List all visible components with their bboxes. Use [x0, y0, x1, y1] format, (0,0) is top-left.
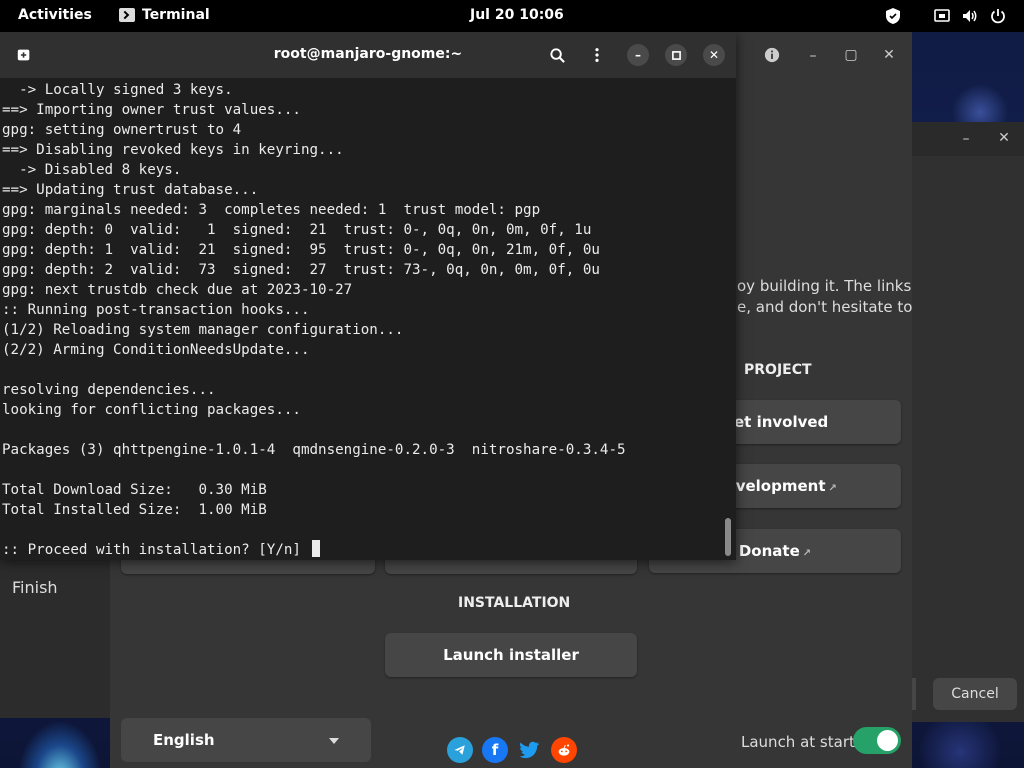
facebook-icon[interactable]: f [482, 737, 508, 763]
search-icon[interactable] [547, 45, 567, 65]
terminal-line: (2/2) Arming ConditionNeedsUpdate... [2, 342, 310, 358]
info-icon[interactable] [760, 43, 784, 67]
terminal-line: gpg: depth: 1 valid: 21 signed: 95 trust… [2, 242, 600, 258]
twitter-icon[interactable] [516, 737, 542, 763]
close-icon[interactable]: ✕ [703, 44, 725, 66]
terminal-scrollbar[interactable] [725, 518, 731, 556]
welcome-body-text: oy building it. The links e, and don't h… [737, 277, 913, 316]
reddit-icon[interactable] [551, 737, 577, 763]
terminal-title: root@manjaro-gnome:~ [273, 46, 463, 62]
terminal-line: resolving dependencies... [2, 382, 216, 398]
launch-installer-button[interactable]: Launch installer [385, 633, 637, 677]
language-dropdown[interactable]: English [121, 718, 371, 762]
terminal-output[interactable]: -> Locally signed 3 keys. ==> Importing o… [2, 80, 722, 560]
launch-at-start-toggle[interactable] [853, 727, 901, 754]
terminal-line: gpg: depth: 2 valid: 73 signed: 27 trust… [2, 262, 600, 278]
terminal-line: gpg: depth: 0 valid: 1 signed: 21 trust:… [2, 222, 592, 238]
clock[interactable]: Jul 20 10:06 [470, 7, 564, 23]
network-wired-icon[interactable] [933, 6, 951, 26]
terminal-prompt-line: :: Proceed with installation? [Y/n] [2, 540, 722, 560]
terminal-cursor [311, 540, 320, 557]
maximize-icon[interactable] [665, 44, 687, 66]
terminal-header: root@manjaro-gnome:~ – ✕ [0, 32, 736, 78]
welcome-minimize-icon[interactable]: – [801, 44, 825, 68]
welcome-maximize-icon[interactable]: ▢ [839, 43, 863, 67]
project-section-title: PROJECT [744, 362, 812, 378]
terminal-line: Total Download Size: 0.30 MiB [2, 482, 267, 498]
volume-icon[interactable] [961, 6, 979, 26]
terminal-window: root@manjaro-gnome:~ – ✕ -> Locally sign… [0, 32, 736, 560]
welcome-close-icon[interactable]: ✕ [877, 43, 901, 67]
terminal-line: -> Disabled 8 keys. [2, 162, 182, 178]
app-menu[interactable]: Terminal [119, 7, 210, 23]
dialog-minimize-icon[interactable]: – [954, 127, 978, 151]
terminal-line: looking for conflicting packages... [2, 402, 301, 418]
launch-at-start-label: Launch at start [741, 733, 855, 751]
minimize-icon[interactable]: – [627, 44, 649, 66]
power-icon[interactable] [989, 6, 1007, 26]
terminal-line: :: Running post-transaction hooks... [2, 302, 310, 318]
dialog-input-edge [912, 678, 916, 710]
activities-button[interactable]: Activities [18, 7, 92, 23]
terminal-line: gpg: marginals needed: 3 completes neede… [2, 202, 541, 218]
terminal-line: Packages (3) qhttpengine-1.0.1-4 qmdnsen… [2, 442, 626, 458]
chevron-down-icon [329, 738, 339, 744]
background-dialog [912, 122, 1024, 722]
shield-icon[interactable] [884, 6, 902, 26]
terminal-line: ==> Disabling revoked keys in keyring... [2, 142, 344, 158]
app-menu-label: Terminal [142, 7, 210, 23]
installation-section-title: INSTALLATION [458, 595, 571, 611]
cancel-button[interactable]: Cancel [933, 678, 1017, 710]
terminal-line: ==> Updating trust database... [2, 182, 259, 198]
telegram-icon[interactable] [447, 737, 473, 763]
menu-kebab-icon[interactable] [587, 45, 607, 65]
terminal-app-icon [119, 8, 135, 22]
terminal-line: gpg: next trustdb check due at 2023-10-2… [2, 282, 353, 298]
terminal-line: gpg: setting ownertrust to 4 [2, 122, 242, 138]
language-selected: English [153, 731, 215, 749]
terminal-line: ==> Importing owner trust values... [2, 102, 301, 118]
terminal-line: (1/2) Reloading system manager configura… [2, 322, 404, 338]
top-bar: Activities Terminal Jul 20 10:06 [0, 0, 1024, 32]
sidebar-item-finish[interactable]: Finish [12, 578, 58, 597]
dialog-close-icon[interactable]: ✕ [992, 126, 1016, 150]
terminal-line: -> Locally signed 3 keys. [2, 82, 233, 98]
terminal-line: Total Installed Size: 1.00 MiB [2, 502, 267, 518]
